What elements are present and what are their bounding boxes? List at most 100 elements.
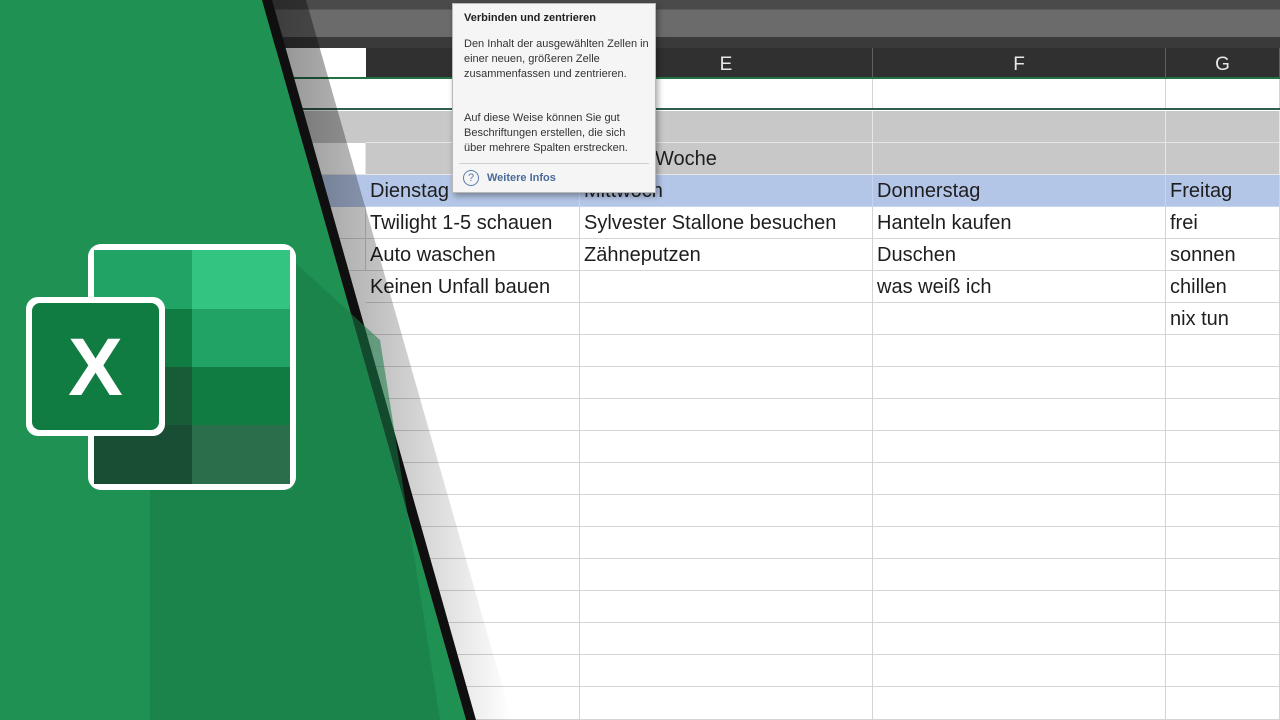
cell[interactable] bbox=[1166, 431, 1280, 463]
cell[interactable]: Auto waschen bbox=[366, 239, 580, 271]
cell[interactable]: Hanteln kaufen bbox=[873, 207, 1166, 239]
cell[interactable] bbox=[1166, 623, 1280, 655]
cell[interactable] bbox=[580, 335, 873, 367]
cell[interactable] bbox=[1166, 495, 1280, 527]
column-header-g[interactable]: G bbox=[1166, 48, 1280, 78]
cell[interactable] bbox=[1166, 559, 1280, 591]
table-row bbox=[0, 335, 1280, 367]
cell[interactable] bbox=[580, 655, 873, 687]
table-row bbox=[0, 463, 1280, 495]
table-row bbox=[0, 367, 1280, 399]
cell[interactable]: nix tun bbox=[1166, 303, 1280, 335]
cell[interactable]: was weiß ich bbox=[873, 271, 1166, 303]
cell[interactable] bbox=[580, 623, 873, 655]
table-row: Keinen Unfall bauen was weiß ich chillen bbox=[0, 271, 1280, 303]
cell[interactable] bbox=[873, 559, 1166, 591]
table-row bbox=[0, 399, 1280, 431]
cell[interactable] bbox=[1166, 111, 1280, 143]
cell[interactable] bbox=[873, 463, 1166, 495]
cell[interactable]: sonnen bbox=[1166, 239, 1280, 271]
cell[interactable] bbox=[366, 431, 580, 463]
cell[interactable] bbox=[1166, 463, 1280, 495]
cell[interactable] bbox=[873, 367, 1166, 399]
cell[interactable] bbox=[580, 367, 873, 399]
cell[interactable] bbox=[873, 79, 1166, 108]
cell[interactable]: frei bbox=[1166, 207, 1280, 239]
cell[interactable] bbox=[366, 527, 580, 559]
table-row: nix tun bbox=[0, 303, 1280, 335]
table-row bbox=[0, 559, 1280, 591]
cell[interactable]: Zähneputzen bbox=[580, 239, 873, 271]
cell[interactable]: Duschen bbox=[873, 239, 1166, 271]
table-row bbox=[0, 431, 1280, 463]
cell[interactable]: Keinen Unfall bauen bbox=[366, 271, 580, 303]
table-row bbox=[0, 623, 1280, 655]
cell[interactable] bbox=[1166, 399, 1280, 431]
tooltip-title: Verbinden und zentrieren bbox=[464, 12, 597, 24]
cell[interactable] bbox=[580, 463, 873, 495]
cell[interactable] bbox=[1166, 591, 1280, 623]
table-row bbox=[0, 495, 1280, 527]
column-header-f[interactable]: F bbox=[873, 48, 1166, 78]
cell[interactable]: Twilight 1-5 schauen bbox=[366, 207, 580, 239]
cell[interactable] bbox=[580, 271, 873, 303]
cell[interactable] bbox=[366, 463, 580, 495]
cell[interactable] bbox=[580, 687, 873, 720]
cell[interactable] bbox=[580, 527, 873, 559]
cell[interactable] bbox=[366, 495, 580, 527]
cell[interactable] bbox=[873, 303, 1166, 335]
cell[interactable] bbox=[873, 623, 1166, 655]
tooltip-divider bbox=[459, 163, 649, 164]
table-row bbox=[0, 591, 1280, 623]
cell[interactable] bbox=[1166, 367, 1280, 399]
cell[interactable] bbox=[873, 335, 1166, 367]
cell[interactable]: Sylvester Stallone besuchen bbox=[580, 207, 873, 239]
cell[interactable] bbox=[366, 399, 580, 431]
table-row bbox=[0, 687, 1280, 720]
cell[interactable] bbox=[1166, 79, 1280, 108]
cell[interactable] bbox=[873, 655, 1166, 687]
cell[interactable] bbox=[300, 143, 366, 175]
tooltip-hint: Auf diese Weise können Sie gut Beschrift… bbox=[464, 112, 628, 154]
cell[interactable]: chillen bbox=[1166, 271, 1280, 303]
table-row: n Auto waschen Zähneputzen Duschen sonne… bbox=[0, 239, 1280, 271]
cell[interactable] bbox=[580, 303, 873, 335]
cell[interactable] bbox=[580, 559, 873, 591]
cell[interactable] bbox=[873, 591, 1166, 623]
more-info-link[interactable]: Weitere Infos bbox=[487, 172, 556, 184]
cell[interactable] bbox=[366, 591, 580, 623]
cell[interactable] bbox=[366, 335, 580, 367]
table-row: n Twilight 1-5 schauen Sylvester Stallon… bbox=[0, 207, 1280, 239]
cell[interactable] bbox=[1166, 687, 1280, 720]
cell[interactable] bbox=[366, 623, 580, 655]
cell[interactable] bbox=[366, 303, 580, 335]
cell[interactable] bbox=[873, 687, 1166, 720]
table-row bbox=[0, 527, 1280, 559]
table-row bbox=[0, 655, 1280, 687]
cell[interactable] bbox=[580, 495, 873, 527]
cell[interactable] bbox=[1166, 655, 1280, 687]
cell[interactable] bbox=[1166, 335, 1280, 367]
cell[interactable] bbox=[873, 431, 1166, 463]
day-header-cell[interactable]: Freitag bbox=[1166, 175, 1280, 207]
help-icon[interactable]: ? bbox=[463, 170, 479, 186]
day-header-cell[interactable]: Donnerstag bbox=[873, 175, 1166, 207]
cell[interactable] bbox=[873, 495, 1166, 527]
cell[interactable] bbox=[366, 655, 580, 687]
cell[interactable] bbox=[366, 559, 580, 591]
cell[interactable] bbox=[366, 687, 580, 720]
cell[interactable] bbox=[366, 367, 580, 399]
cell[interactable] bbox=[580, 431, 873, 463]
cell[interactable]: n bbox=[300, 207, 366, 239]
cell[interactable] bbox=[1166, 143, 1280, 175]
tooltip-description: Den Inhalt der ausgewählten Zellen in ei… bbox=[464, 38, 649, 80]
cell[interactable]: n bbox=[300, 239, 366, 271]
cell[interactable] bbox=[580, 591, 873, 623]
cell[interactable] bbox=[580, 399, 873, 431]
cell[interactable] bbox=[873, 111, 1166, 143]
cell[interactable] bbox=[873, 399, 1166, 431]
cell[interactable] bbox=[873, 143, 1166, 175]
cell[interactable] bbox=[873, 527, 1166, 559]
merge-center-tooltip: Verbinden und zentrieren Den Inhalt der … bbox=[452, 3, 656, 193]
cell[interactable] bbox=[1166, 527, 1280, 559]
